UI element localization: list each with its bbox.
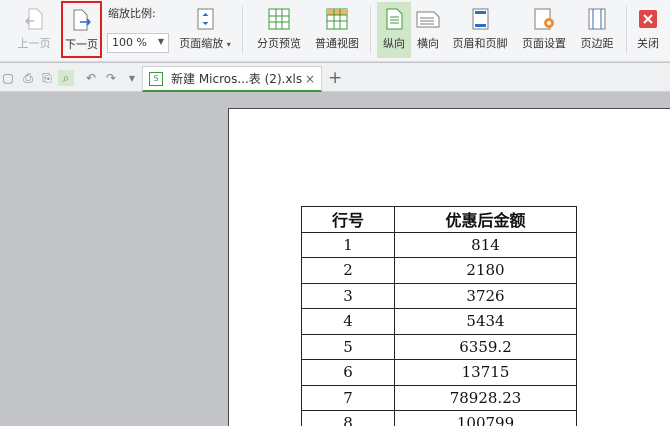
close-preview-label: 关闭 bbox=[637, 37, 659, 50]
print-setup-icon[interactable]: ⎘ bbox=[39, 70, 55, 86]
grid-icon bbox=[324, 6, 350, 32]
ribbon-toolbar: 上一页 下一页 缩放比例: 100 % ▼ 页面缩放 ▾ 分页预览 普通视图 纵… bbox=[0, 0, 670, 62]
table-header-row: 行号 优惠后金额 bbox=[301, 206, 577, 233]
row-number-cell: 7 bbox=[301, 384, 395, 411]
prev-page-button[interactable]: 上一页 bbox=[12, 2, 56, 58]
landscape-label: 横向 bbox=[417, 37, 439, 50]
tab-document-title: 新建 Micros...表 (2).xls bbox=[171, 72, 303, 86]
row-number-cell: 1 bbox=[301, 231, 395, 258]
page-zoom-button[interactable]: 页面缩放 ▾ bbox=[174, 2, 236, 58]
amount-cell: 5434 bbox=[394, 308, 577, 335]
chevron-down-icon: ▼ bbox=[157, 37, 164, 46]
row-number-cell: 5 bbox=[301, 333, 395, 360]
amount-cell: 814 bbox=[394, 231, 577, 258]
page-break-preview-button[interactable]: 分页预览 bbox=[252, 2, 306, 58]
toolbar-separator bbox=[370, 6, 371, 54]
print-preview-icon[interactable]: ⌕ bbox=[58, 70, 74, 86]
zoom-label: 缩放比例: bbox=[108, 7, 156, 20]
prev-page-label: 上一页 bbox=[17, 37, 51, 50]
next-page-label: 下一页 bbox=[65, 38, 98, 51]
table-row: 1 814 bbox=[301, 231, 577, 258]
header-footer-label: 页眉和页脚 bbox=[452, 37, 508, 50]
portrait-button[interactable]: 纵向 bbox=[377, 2, 411, 58]
page-setup-button[interactable]: 页面设置 bbox=[517, 2, 571, 58]
amount-cell: 6359.2 bbox=[394, 333, 577, 360]
table-row: 3 3726 bbox=[301, 282, 577, 309]
margins-icon bbox=[584, 6, 610, 32]
table-row: 5 6359.2 bbox=[301, 333, 577, 360]
print-icon[interactable]: ⎙ bbox=[20, 70, 36, 86]
margins-button[interactable]: 页边距 bbox=[576, 2, 618, 58]
undo-icon[interactable]: ↶ bbox=[83, 70, 99, 86]
page-zoom-icon bbox=[192, 6, 218, 32]
toolbar-separator bbox=[626, 6, 627, 54]
landscape-icon bbox=[415, 6, 441, 32]
amount-cell: 13715 bbox=[394, 359, 577, 386]
normal-view-button[interactable]: 普通视图 bbox=[310, 2, 364, 58]
column-header-row-number: 行号 bbox=[301, 206, 395, 233]
chevron-down-icon: ▾ bbox=[226, 40, 231, 49]
portrait-label: 纵向 bbox=[383, 37, 405, 50]
redo-icon[interactable]: ↷ bbox=[103, 70, 119, 86]
header-footer-icon bbox=[467, 6, 493, 32]
table-row: 4 5434 bbox=[301, 308, 577, 335]
normal-view-label: 普通视图 bbox=[315, 37, 359, 50]
new-doc-icon[interactable]: ▢ bbox=[0, 70, 16, 86]
table-row: 7 78928.23 bbox=[301, 384, 577, 411]
page-zoom-text: 页面缩放 bbox=[179, 37, 224, 50]
close-icon bbox=[635, 6, 661, 32]
page-setup-icon bbox=[531, 6, 557, 32]
document-tab-bar: ▢ ⎙ ⎘ ⌕ ↶ ↷ ▼ S 新建 Micros...表 (2).xls × … bbox=[0, 63, 670, 92]
close-tab-icon[interactable]: × bbox=[305, 72, 315, 86]
zoom-value: 100 % bbox=[112, 36, 147, 49]
table-row: 2 2180 bbox=[301, 257, 577, 284]
amount-cell: 78928.23 bbox=[394, 384, 577, 411]
landscape-button[interactable]: 横向 bbox=[413, 2, 443, 58]
column-header-amount: 优惠后金额 bbox=[394, 206, 577, 233]
margins-label: 页边距 bbox=[580, 37, 614, 50]
prev-page-icon bbox=[21, 6, 47, 32]
header-footer-button[interactable]: 页眉和页脚 bbox=[448, 2, 512, 58]
row-number-cell: 6 bbox=[301, 359, 395, 386]
next-page-button[interactable]: 下一页 bbox=[61, 1, 102, 58]
zoom-select[interactable]: 100 % ▼ bbox=[107, 33, 169, 53]
close-preview-button[interactable]: 关闭 bbox=[632, 2, 664, 58]
row-number-cell: 8 bbox=[301, 410, 395, 426]
spreadsheet-file-icon: S bbox=[149, 71, 163, 86]
row-number-cell: 3 bbox=[301, 282, 395, 309]
add-tab-icon[interactable]: + bbox=[328, 68, 342, 88]
page-zoom-label: 页面缩放 ▾ bbox=[179, 35, 231, 51]
data-table: 行号 优惠后金额 1 814 2 2180 3 3726 4 5434 5 6359.2 6 1371… bbox=[301, 206, 577, 426]
tab-document[interactable]: S 新建 Micros...表 (2).xls × bbox=[142, 66, 322, 92]
toolbar-separator bbox=[242, 6, 243, 54]
quick-access-dropdown-icon[interactable]: ▼ bbox=[124, 70, 140, 86]
row-number-cell: 4 bbox=[301, 308, 395, 335]
amount-cell: 3726 bbox=[394, 282, 577, 309]
page-break-preview-label: 分页预览 bbox=[257, 37, 301, 50]
portrait-icon bbox=[381, 6, 407, 32]
page-setup-label: 页面设置 bbox=[522, 37, 566, 50]
table-row: 8 100799 bbox=[301, 410, 577, 426]
row-number-cell: 2 bbox=[301, 257, 395, 284]
table-row: 6 13715 bbox=[301, 359, 577, 386]
print-preview-page: 行号 优惠后金额 1 814 2 2180 3 3726 4 5434 5 6359.2 6 1371… bbox=[228, 108, 670, 426]
grid-icon bbox=[266, 6, 292, 32]
next-page-icon bbox=[69, 7, 95, 33]
amount-cell: 100799 bbox=[394, 410, 577, 426]
amount-cell: 2180 bbox=[394, 257, 577, 284]
